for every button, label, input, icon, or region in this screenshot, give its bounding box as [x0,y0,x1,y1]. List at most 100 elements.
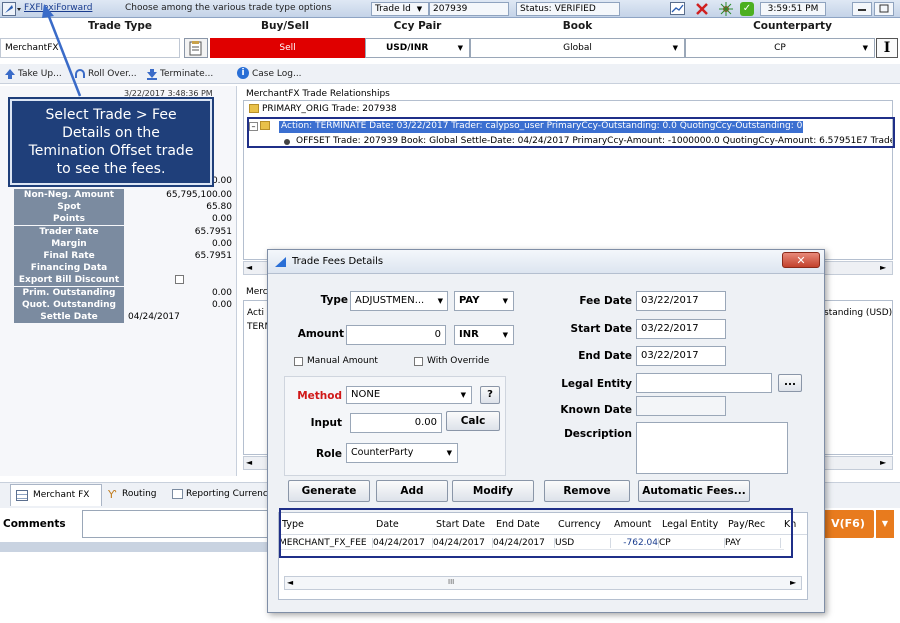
book-header: Book [562,20,593,32]
chevron-down-icon: ▼ [446,449,452,457]
with-override-checkbox[interactable] [414,357,423,366]
start-date-field[interactable]: 03/22/2017 [636,319,726,339]
comments-input[interactable] [82,510,272,538]
end-date-field[interactable]: 03/22/2017 [636,346,726,366]
primary-trade-node[interactable]: PRIMARY_ORIG Trade: 207938 [262,104,562,114]
method-label: Method [297,390,342,402]
disconnect-icon[interactable] [694,1,710,17]
save-button[interactable]: V(F6) [822,510,874,538]
tab-reporting-currency[interactable]: Reporting Currency [170,486,270,506]
grid-value: 0.00 [211,287,232,298]
info-icon: i [237,67,249,79]
book-select[interactable]: Global [470,38,685,58]
description-label: Description [564,428,632,440]
tree-scroll-left-icon[interactable]: ◄ [246,263,252,272]
legal-entity-browse-button[interactable]: ... [778,374,802,392]
counterparty-header: Counterparty [753,20,832,32]
terminate-button[interactable]: Terminate... [160,69,230,79]
chart-line-icon [172,489,183,499]
buy-sell-field[interactable]: Sell [210,38,365,58]
status-strip [0,542,270,552]
calc-button[interactable]: Calc [446,411,500,431]
grid-label: Spot [14,201,124,214]
restore-icon[interactable] [874,2,894,16]
automatic-fees-button[interactable]: Automatic Fees... [638,480,750,502]
grid-label: Quot. Outstanding [14,298,124,311]
grid-value [126,262,236,274]
case-log-button[interactable]: Case Log... [252,69,312,79]
manual-amount-label: Manual Amount [307,356,378,366]
lower-scroll-left-icon[interactable]: ◄ [246,458,252,467]
search-type-select[interactable]: Trade Id ▼ [371,2,429,16]
input-label: Input [310,417,342,429]
grid-value: 65,795,100.00 [166,190,232,200]
check-icon: ✓ [740,2,754,16]
manual-amount-checkbox[interactable] [294,357,303,366]
network-icon[interactable] [718,1,734,17]
add-button[interactable]: Add [376,480,448,502]
type-select[interactable]: ADJUSTMEN... ▼ [350,291,448,311]
amount-currency-select[interactable]: INR ▼ [454,325,514,345]
fees-scrollbar[interactable] [284,576,802,590]
method-help-button[interactable]: ? [480,386,500,404]
grid-label: Margin [14,237,124,250]
minimize-icon[interactable] [852,2,872,16]
counterparty-info-button[interactable]: I [876,38,898,58]
dialog-title: Trade Fees Details [292,256,384,267]
highlight-box-relationships [247,117,895,148]
method-select[interactable]: NONE ▼ [346,386,472,404]
tree-scroll-right-icon[interactable]: ► [880,263,886,272]
amount-input[interactable]: 0 [346,325,446,345]
grid-label: Prim. Outstanding [14,286,124,299]
ccy-pair-select[interactable]: USD/INR [365,38,470,58]
known-date-field[interactable] [636,396,726,416]
lower-right-header: standing (USD) [824,308,893,318]
trade-notes-icon[interactable] [184,38,208,58]
tab-routing[interactable]: Ƴ Routing [106,486,166,506]
dialog-app-icon [274,256,288,268]
grid-label: Financing Data [14,262,124,275]
input-field[interactable]: 0.00 [350,413,442,433]
amount-label: Amount [297,328,344,340]
description-textarea[interactable] [636,422,788,474]
close-icon[interactable]: ✕ [782,252,820,268]
tab-routing-label: Routing [122,489,157,499]
tab-reporting-currency-label: Reporting Currency [186,489,268,499]
chevron-down-icon: ▼ [460,391,466,399]
tab-merchant-fx[interactable]: Merchant FX [10,484,102,506]
fee-date-field[interactable]: 03/22/2017 [636,291,726,311]
role-select[interactable]: CounterParty ▼ [346,443,458,463]
grid-label: Final Rate [14,250,124,262]
type-label: Type [320,294,348,306]
export-bill-discount-checkbox[interactable] [175,275,184,285]
end-date-label: End Date [578,350,632,362]
grid-value: 0.00 [211,238,232,249]
tab-merchant-fx-label: Merchant FX [33,490,90,500]
grid-value: 65.7951 [194,226,232,237]
modify-button[interactable]: Modify [452,480,534,502]
chart-icon[interactable] [670,2,686,16]
type-value: ADJUSTMEN... [355,295,425,306]
chevron-down-icon: ▼ [502,331,508,339]
take-up-icon [4,68,16,80]
highlight-box-fees [279,508,793,558]
trade-type-hint: Choose among the various trade type opti… [125,3,332,13]
folder-icon [249,104,259,113]
remove-button[interactable]: Remove [544,480,630,502]
lower-scroll-right-icon[interactable]: ► [880,458,886,467]
generate-button[interactable]: Generate [288,480,370,502]
trade-type-menu-icon[interactable] [2,2,22,16]
counterparty-select[interactable]: CP [685,38,875,58]
start-date-label: Start Date [570,323,632,335]
pay-rec-select[interactable]: PAY ▼ [454,291,514,311]
grid-value: 65.80 [206,202,232,213]
fees-scroll-left-icon[interactable]: ◄ [287,578,293,587]
fees-scroll-thumb[interactable]: III [448,578,478,586]
fees-scroll-right-icon[interactable]: ► [790,578,796,587]
legal-entity-field[interactable] [636,373,772,393]
ccy-pair-header: Ccy Pair [393,20,442,32]
routing-icon: Ƴ [108,488,117,501]
save-menu-chevron-icon[interactable]: ▼ [876,510,894,538]
grid-value: 0.00 [211,299,232,310]
trade-id-field[interactable]: 207939 [429,2,509,16]
